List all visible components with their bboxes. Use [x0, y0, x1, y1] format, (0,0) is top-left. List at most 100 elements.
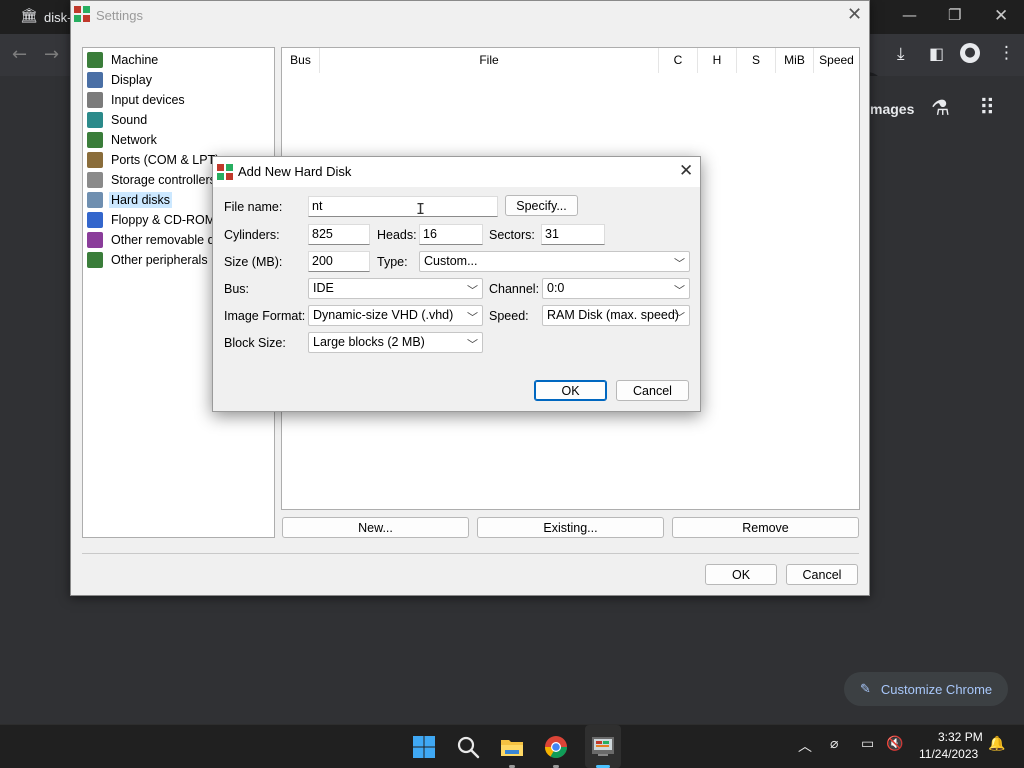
block-size-label: Block Size: [224, 336, 286, 350]
images-link[interactable]: mages [870, 101, 914, 117]
tree-item-label: Other peripherals [111, 253, 208, 267]
emulator-taskbar-button[interactable] [585, 725, 621, 768]
tree-item-label: Floppy & CD-ROM d [111, 213, 226, 227]
dialog-close-icon[interactable]: ✕ [679, 161, 693, 181]
type-select-value: Custom... [424, 254, 478, 268]
tree-item-label: Sound [111, 113, 148, 127]
storage-controllers-icon [87, 172, 103, 188]
apps-grid-icon[interactable]: ⠿ [979, 96, 995, 121]
tree-item-machine[interactable]: Machine [87, 50, 275, 70]
tree-item-label: Storage controllers [111, 173, 216, 187]
cylinders-input[interactable]: 825 [308, 224, 370, 245]
clock-date[interactable]: 11/24/2023 [919, 747, 978, 761]
labs-icon[interactable]: ⚗ [931, 96, 950, 120]
new-disk-button[interactable]: New... [282, 517, 469, 538]
sectors-input[interactable]: 31 [541, 224, 605, 245]
dialog-app-icon [217, 164, 233, 180]
search-icon[interactable] [455, 734, 481, 760]
ports-icon [87, 152, 103, 168]
profile-icon[interactable]: ● [960, 43, 980, 63]
maximize-icon[interactable]: ❐ [948, 6, 961, 24]
peripherals-icon [87, 252, 103, 268]
image-format-select[interactable]: Dynamic-size VHD (.vhd) ﹀ [308, 305, 483, 326]
windows-start-icon[interactable] [411, 734, 437, 760]
customize-chrome-button[interactable]: ✎ Customize Chrome [844, 672, 1008, 706]
dialog-ok-button[interactable]: OK [534, 380, 607, 401]
dialog-title: Add New Hard Disk [238, 164, 352, 179]
dialog-cancel-button[interactable]: Cancel [616, 380, 689, 401]
add-hard-disk-dialog: Add New Hard Disk ✕ File name: nt I Spec… [212, 156, 701, 412]
show-hidden-icons-icon[interactable]: ︿ [798, 736, 812, 756]
bus-label: Bus: [224, 282, 250, 296]
pencil-icon: ✎ [860, 681, 871, 697]
settings-cancel-button[interactable]: Cancel [786, 564, 858, 585]
dialog-titlebar: Add New Hard Disk ✕ [213, 157, 700, 187]
column-header-speed[interactable]: Speed [814, 48, 859, 73]
column-header-bus[interactable]: Bus [282, 48, 320, 73]
chevron-down-icon: ﹀ [674, 284, 685, 297]
tree-item-network[interactable]: Network [87, 130, 275, 150]
input-devices-icon [87, 92, 103, 108]
heads-label: Heads: [377, 228, 417, 242]
settings-separator [82, 553, 859, 554]
column-header-file[interactable]: File [320, 48, 659, 73]
tree-item-input-devices[interactable]: Input devices [87, 90, 275, 110]
sound-icon [87, 112, 103, 128]
speed-select[interactable]: RAM Disk (max. speed) ﹀ [542, 305, 690, 326]
channel-label: Channel: [489, 282, 540, 296]
image-format-label: Image Format: [224, 309, 306, 323]
floppy-icon [87, 212, 103, 228]
network-off-icon[interactable]: ⌀ [830, 736, 838, 752]
removable-icon [87, 232, 103, 248]
minimize-icon[interactable]: — [902, 6, 917, 24]
clock-time[interactable]: 3:32 PM [938, 730, 983, 744]
tree-item-sound[interactable]: Sound [87, 110, 275, 130]
chevron-down-icon: ﹀ [674, 257, 685, 270]
download-icon[interactable]: ⤓ [897, 44, 905, 64]
hard-disk-icon [87, 192, 103, 208]
cylinders-label: Cylinders: [224, 228, 280, 242]
chrome-icon[interactable] [543, 734, 569, 760]
windows-taskbar: ︿ ⌀ ▭ 🔇 3:32 PM 11/24/2023 🔔 [0, 724, 1024, 768]
channel-select[interactable]: 0:0 ﹀ [542, 278, 690, 299]
block-size-select[interactable]: Large blocks (2 MB) ﹀ [308, 332, 483, 353]
menu-icon[interactable]: ⋮ [998, 43, 1015, 63]
chrome-tab-title[interactable]: disk- [44, 10, 71, 25]
app-logo-icon [74, 6, 90, 22]
bus-select[interactable]: IDE ﹀ [308, 278, 483, 299]
side-panel-icon[interactable]: ◧ [929, 44, 944, 63]
tree-item-display[interactable]: Display [87, 70, 275, 90]
column-header-c[interactable]: C [659, 48, 698, 73]
back-icon[interactable]: ← [12, 44, 27, 65]
speed-select-value: RAM Disk (max. speed) [547, 308, 679, 322]
existing-disk-button[interactable]: Existing... [477, 517, 664, 538]
speed-label: Speed: [489, 309, 529, 323]
tab-favicon-icon: 🏛 [20, 8, 38, 24]
settings-title: Settings [96, 8, 143, 23]
settings-ok-button[interactable]: OK [705, 564, 777, 585]
file-explorer-icon[interactable] [499, 734, 525, 760]
sectors-label: Sectors: [489, 228, 535, 242]
column-header-mib[interactable]: MiB [776, 48, 814, 73]
close-window-icon[interactable]: ✕ [994, 6, 1008, 26]
column-header-s[interactable]: S [737, 48, 776, 73]
specify-button[interactable]: Specify... [505, 195, 578, 216]
tree-item-label: Display [111, 73, 152, 87]
forward-icon[interactable]: → [44, 44, 59, 65]
notification-bell-icon[interactable]: 🔔 [988, 736, 1005, 752]
type-select[interactable]: Custom... ﹀ [419, 251, 690, 272]
column-header-h[interactable]: H [698, 48, 737, 73]
chevron-down-icon: ﹀ [467, 284, 478, 297]
size-label: Size (MB): [224, 255, 283, 269]
heads-input[interactable]: 16 [419, 224, 483, 245]
display-icon[interactable]: ▭ [861, 736, 874, 752]
tree-item-label: Network [111, 133, 157, 147]
chevron-down-icon: ﹀ [674, 311, 685, 324]
tree-item-label: Hard disks [109, 192, 173, 208]
size-input[interactable]: 200 [308, 251, 370, 272]
volume-muted-icon[interactable]: 🔇 [886, 736, 903, 752]
network-icon [87, 132, 103, 148]
file-name-input[interactable]: nt [308, 196, 498, 217]
settings-close-icon[interactable]: ✕ [847, 4, 862, 25]
remove-disk-button[interactable]: Remove [672, 517, 859, 538]
